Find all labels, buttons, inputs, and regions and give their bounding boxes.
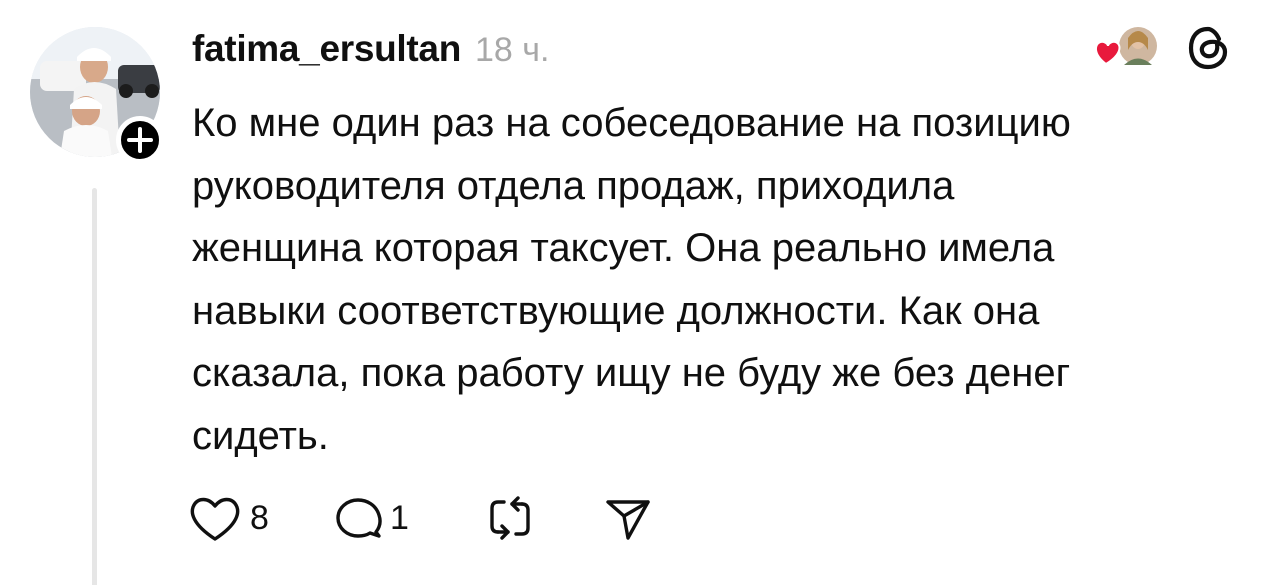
action-bar: 8 1 <box>186 488 662 548</box>
repost-icon <box>490 496 530 540</box>
post-text-line: сказала, пока работу ищу не буду же без … <box>192 351 1071 395</box>
post-text-line: женщина которая таксует. Она реально име… <box>192 226 1055 270</box>
post-text-line: Ко мне один раз на собеседование на пози… <box>192 101 1071 145</box>
send-icon <box>606 500 650 540</box>
post-header: fatima_ersultan 18 ч. <box>192 28 549 72</box>
liked-by-indicator[interactable] <box>1090 22 1160 76</box>
plus-icon <box>127 127 153 153</box>
post-text-line: сидеть. <box>192 413 329 458</box>
timestamp: 18 ч. <box>475 31 550 69</box>
like-button[interactable]: 8 <box>186 492 332 544</box>
thread-post: fatima_ersultan 18 ч. Ко мне один раз на… <box>0 0 1280 585</box>
reply-count: 1 <box>390 498 409 537</box>
like-count: 8 <box>250 498 269 537</box>
thread-connector-line <box>92 188 97 585</box>
share-button[interactable] <box>602 492 662 544</box>
post-body: Ко мне один раз на собеседование на пози… <box>192 92 1252 467</box>
threads-logo-icon[interactable] <box>1182 22 1234 74</box>
reply-button[interactable]: 1 <box>332 492 482 544</box>
speech-bubble-icon <box>336 498 382 538</box>
post-text-line: навыки соответствующие должности. Как он… <box>192 288 1040 333</box>
repost-button[interactable] <box>482 492 602 544</box>
heart-outline-icon <box>190 497 240 541</box>
heart-icon <box>1095 40 1121 66</box>
username[interactable]: fatima_ersultan <box>192 28 461 70</box>
follow-button[interactable] <box>116 116 164 164</box>
post-text-line: руководителя отдела продаж, приходила <box>192 163 955 208</box>
